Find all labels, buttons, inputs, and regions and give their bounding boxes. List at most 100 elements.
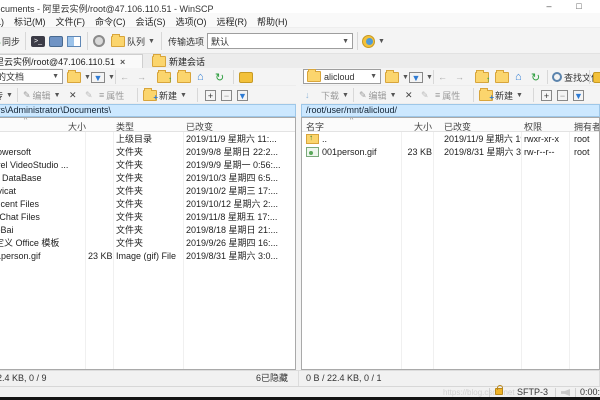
expand-icon: + [541, 90, 552, 101]
file-row[interactable]: Apowersoft 文件夹 2019/9/8 星期日 22:2... [0, 145, 295, 158]
column-divider [183, 132, 184, 369]
file-row[interactable]: 001person.gif 23 KB Image (gif) File 201… [0, 249, 295, 262]
local-open-dir-button[interactable]: ▼ [67, 69, 91, 85]
remote-address-bar[interactable]: /root/user/mnt/alicloud/ [301, 104, 600, 117]
local-parent-dir-button[interactable]: ↑ [157, 69, 171, 85]
remote-drive-select[interactable]: alicloud▼ [303, 69, 381, 84]
transfer-preset-select[interactable]: 默认▼ [207, 33, 353, 49]
maximize-button[interactable]: □ [567, 1, 591, 12]
toolbar-separator [357, 32, 358, 50]
edit-label: 编辑 [33, 89, 51, 102]
file-row[interactable]: Tencent Files 文件夹 2019/10/12 星期六 2:... [0, 197, 295, 210]
local-panel: 我的文档▼ ▼ ▼▼ ← → ↑ ⌂ ↻ ↑上传▼ ✎编辑▼ ✕ ✎ ≡属性 [0, 68, 296, 370]
queue-button[interactable]: 队列▼ [111, 33, 155, 49]
local-address-bar[interactable]: C:\Users\Administrator\Documents\ [0, 104, 296, 117]
remote-parent-dir-button[interactable]: ↑ [475, 69, 489, 85]
remote-back-button[interactable]: ← [438, 69, 447, 85]
remote-link-button[interactable] [593, 69, 600, 85]
remote-home-button[interactable]: ⌂ [515, 69, 522, 85]
local-expand-button[interactable]: + [205, 87, 216, 103]
local-drive-select[interactable]: 我的文档▼ [0, 69, 63, 84]
local-collapse-button[interactable]: − [221, 87, 232, 103]
file-row[interactable]: Corel VideoStudio ... 文件夹 2019/9/9 星期一 0… [0, 158, 295, 171]
add-to-queue-button[interactable] [49, 33, 63, 49]
toolbar-separator [87, 32, 88, 50]
column-divider [85, 132, 86, 369]
remote-file-list: ^ 名字 大小 已改变 权限 拥有者 .. 2019/11/9 星期六 19: [301, 117, 600, 370]
file-row[interactable]: MS DataBase 文件夹 2019/10/3 星期四 6:5... [0, 171, 295, 184]
local-filter-toggle[interactable]: ▼ [237, 87, 248, 103]
column-header-size[interactable]: 大小 [414, 120, 432, 133]
local-back-button[interactable]: ← [120, 69, 129, 85]
queue-icon [111, 36, 125, 47]
preferences-button[interactable] [93, 33, 105, 49]
edit-icon: ✎ [23, 90, 31, 101]
file-row[interactable]: 001person.gif 23 KB 2019/8/31 星期六 3:04..… [302, 145, 599, 158]
upload-button[interactable]: ↑上传▼ [0, 87, 13, 103]
parent-dir-icon: ↑ [475, 72, 489, 83]
file-row[interactable]: Navicat 文件夹 2019/10/2 星期三 17:... [0, 184, 295, 197]
file-type: 文件夹 [114, 171, 184, 184]
remote-properties-button[interactable]: ≡属性 [435, 87, 460, 103]
download-button[interactable]: ↓下载▼ [305, 87, 349, 103]
new-label: 新建 [159, 89, 177, 102]
session-tab-label: 阿里云实例/root@47.106.110.51 [0, 55, 115, 68]
remote-open-dir-button[interactable]: ▼ [385, 69, 409, 85]
local-properties-button[interactable]: ≡属性 [99, 87, 124, 103]
transfer-preset-value: 默认 [211, 35, 229, 48]
remote-forward-button[interactable]: → [455, 69, 464, 85]
synchronize-button[interactable]: ↻同步 [0, 33, 20, 49]
local-forward-button[interactable]: → [137, 69, 146, 85]
file-type: Image (gif) File [114, 251, 184, 261]
remote-rename-button[interactable]: ✎ [421, 87, 429, 103]
local-delete-button[interactable]: ✕ [69, 87, 77, 103]
remote-refresh-button[interactable]: ↻ [531, 69, 540, 85]
close-session-icon[interactable]: × [118, 57, 125, 67]
file-modified: 2019/11/9 星期六 19:5... [434, 132, 522, 145]
column-header-size[interactable]: 大小 [68, 120, 86, 133]
local-edit-button[interactable]: ✎编辑▼ [23, 87, 61, 103]
remote-root-dir-button[interactable] [495, 69, 509, 85]
open-terminal-button[interactable]: >_ [31, 33, 45, 49]
remote-expand-button[interactable]: + [541, 87, 552, 103]
remote-delete-button[interactable]: ✕ [405, 87, 413, 103]
remote-filter-toggle[interactable]: ▼ [573, 87, 584, 103]
file-row[interactable]: WeChat Files 文件夹 2019/11/8 星期五 17:... [0, 210, 295, 223]
column-header-perm[interactable]: 权限 [524, 120, 542, 133]
local-rename-button[interactable]: ✎ [85, 87, 93, 103]
remote-filter-button[interactable]: ▼▼ [409, 69, 433, 85]
local-link-button[interactable] [239, 69, 253, 85]
file-modified: 2019/9/8 星期日 22:2... [184, 145, 295, 158]
panel-layout-button[interactable] [67, 33, 81, 49]
column-header-name[interactable]: 名字 [306, 120, 324, 133]
local-home-button[interactable]: ⌂ [197, 69, 204, 85]
local-new-button[interactable]: +新建▼ [143, 87, 187, 103]
status-bar: https://blog.csdn.net SFTP-3 0:00: [0, 386, 600, 397]
file-name: 001person.gif [0, 251, 41, 261]
remote-collapse-button[interactable]: − [557, 87, 568, 103]
local-filter-button[interactable]: ▼▼ [91, 69, 115, 85]
remote-edit-button[interactable]: ✎编辑▼ [359, 87, 397, 103]
terminal-icon: >_ [31, 36, 45, 47]
column-header-owner[interactable]: 拥有者 [574, 120, 600, 133]
file-owner: root [570, 134, 599, 144]
column-header-modified[interactable]: 已改变 [444, 120, 471, 133]
minimize-button[interactable]: – [537, 1, 561, 12]
column-header-modified[interactable]: 已改变 [186, 120, 213, 133]
new-session-tab[interactable]: 新建会话 [147, 54, 210, 68]
local-refresh-button[interactable]: ↻ [215, 69, 224, 85]
upload-label: 上传 [0, 89, 3, 102]
session-tab[interactable]: 阿里云实例/root@47.106.110.51 × [0, 54, 143, 68]
remote-new-button[interactable]: +新建▼ [479, 87, 523, 103]
root-dir-icon [495, 72, 509, 83]
file-row[interactable]: .. 2019/11/9 星期六 19:5... rwxr-xr-x root [302, 132, 599, 145]
file-row[interactable]: .. 上级目录 2019/11/9 星期六 11:... [0, 132, 295, 145]
file-row[interactable]: TaoBai 文件夹 2019/8/18 星期日 21:... [0, 223, 295, 236]
file-row[interactable]: 自定义 Office 模板 文件夹 2019/9/26 星期四 16:... [0, 236, 295, 249]
column-header-type[interactable]: 类型 [116, 120, 134, 133]
local-file-toolbar: ↑上传▼ ✎编辑▼ ✕ ✎ ≡属性 +新建▼ + − ▼ [0, 86, 296, 104]
bell-icon [561, 389, 570, 396]
local-navigation-toolbar: 我的文档▼ ▼ ▼▼ ← → ↑ ⌂ ↻ [0, 68, 296, 86]
local-root-dir-button[interactable] [177, 69, 191, 85]
session-color-button[interactable]: ▼ [362, 33, 385, 49]
